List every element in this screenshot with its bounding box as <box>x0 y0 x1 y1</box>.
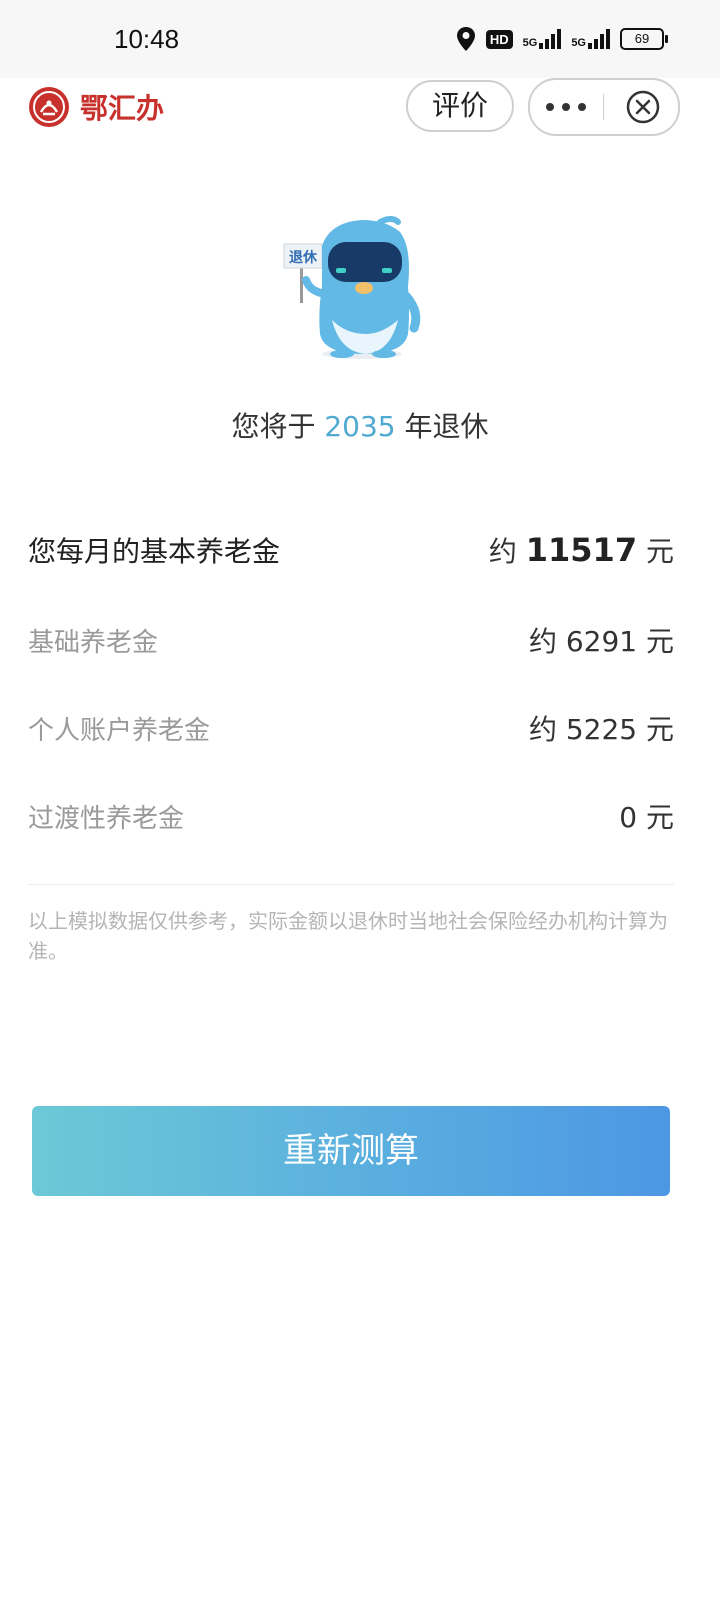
retire-year-line: 您将于 2035 年退休 <box>0 405 720 445</box>
monthly-pension-row: 您每月的基本养老金 约 11517 元 <box>28 530 674 570</box>
transitional-pension-label: 过渡性养老金 <box>28 803 185 834</box>
mascot-sign-text: 退休 <box>289 249 318 266</box>
status-time: 10:48 <box>114 24 180 54</box>
monthly-pension-prefix: 约 <box>488 535 517 568</box>
more-icon[interactable] <box>546 92 586 122</box>
personal-account-pension-label: 个人账户养老金 <box>28 715 211 746</box>
monthly-pension-unit: 元 <box>645 535 674 568</box>
retire-prefix: 您将于 <box>231 410 316 443</box>
signal-icon-2: 5G <box>571 29 610 49</box>
disclaimer-note: 以上模拟数据仅供参考，实际金额以退休时当地社会保险经办机构计算为准。 <box>28 909 668 963</box>
retire-year: 2035 <box>324 410 396 443</box>
personal-account-pension-row: 个人账户养老金 约 5225 元 <box>28 708 674 748</box>
divider <box>28 884 674 885</box>
retire-mascot-illustration: 退休 <box>283 216 421 359</box>
basic-pension-row: 基础养老金 约 6291 元 <box>28 620 674 660</box>
signal-icon-1: 5G <box>523 29 562 49</box>
page: 10:48 HD 5G 5G 69 鄂汇办 评价 退休 您将于 2035 年退休… <box>0 0 720 1608</box>
transitional-pension-row: 过渡性养老金 0 元 <box>28 796 674 836</box>
recalculate-button[interactable]: 重新测算 <box>32 1106 670 1196</box>
capsule-divider <box>603 94 604 120</box>
app-name: 鄂汇办 <box>80 92 165 125</box>
mini-program-capsule <box>528 78 680 136</box>
monthly-pension-amount: 11517 <box>525 531 638 569</box>
retire-suffix: 年退休 <box>404 410 489 443</box>
battery-icon: 69 <box>620 28 668 50</box>
rate-button[interactable]: 评价 <box>406 80 514 132</box>
personal-account-pension-value: 约 5225 元 <box>528 713 674 746</box>
basic-pension-label: 基础养老金 <box>28 627 159 658</box>
app-logo: 鄂汇办 <box>28 86 164 128</box>
monthly-pension-label: 您每月的基本养老金 <box>28 535 281 568</box>
monthly-pension-value: 约 11517 元 <box>489 530 674 570</box>
close-icon[interactable] <box>626 90 660 124</box>
basic-pension-value: 约 6291 元 <box>528 625 674 658</box>
status-bar: 10:48 HD 5G 5G 69 <box>0 0 720 78</box>
transitional-pension-value: 0 元 <box>619 801 674 834</box>
hd-icon: HD <box>485 29 513 49</box>
status-icons: HD 5G 5G 69 <box>456 26 668 52</box>
location-icon <box>456 27 475 51</box>
app-header: 鄂汇办 评价 <box>0 78 720 144</box>
emblem-icon <box>29 87 69 127</box>
